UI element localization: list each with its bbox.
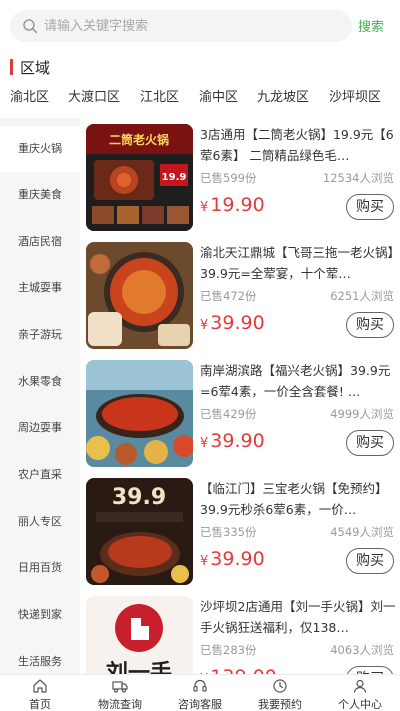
home-icon: [33, 679, 47, 693]
product-card[interactable]: 二筒老火锅 19.9 3店通用【二筒老火锅】19.9元【6荤6素】 二筒精品绿色…: [80, 118, 400, 236]
category-item[interactable]: 周边耍事: [0, 405, 80, 451]
region-list: 渝北区 大渡口区 江北区 渝中区 九龙坡区 沙坪坝区: [0, 86, 400, 108]
tab-label: 物流查询: [98, 698, 142, 711]
search-input[interactable]: [44, 10, 344, 42]
tab-label: 首页: [29, 698, 51, 711]
category-item[interactable]: 丽人专区: [0, 499, 80, 545]
image-price-badge: 39.9: [112, 485, 166, 510]
currency-symbol: ¥: [200, 318, 209, 333]
category-item[interactable]: 重庆火锅: [0, 126, 80, 172]
sold-count: 已售335份: [200, 525, 257, 539]
tab-label: 我要预约: [258, 698, 302, 711]
region-section-title: 区域: [0, 56, 200, 78]
category-sidebar: 重庆火锅 重庆美食 酒店民宿 主城耍事 亲子游玩 水果零食 周边耍事 农户直采 …: [0, 118, 80, 674]
region-title-text: 区域: [20, 59, 51, 77]
price-value: 39.90: [210, 548, 265, 570]
bottom-tab-bar: 首页 物流查询 咨询客服 我要预约 个人中心: [0, 674, 400, 711]
product-title: 渝北天江鼎城【飞哥三拖一老火锅】39.9元=全荤宴，十个荤…: [200, 245, 394, 281]
product-image: 二筒老火锅 19.9: [86, 124, 193, 231]
view-count: 4999人浏览: [330, 407, 394, 421]
product-card[interactable]: 渝北天江鼎城【飞哥三拖一老火锅】39.9元=全荤宴，十个荤… 已售472份 62…: [80, 236, 400, 354]
region-item[interactable]: 渝北区: [10, 86, 49, 105]
buy-button[interactable]: 购买: [346, 666, 394, 674]
product-price: ¥39.90: [200, 312, 265, 334]
category-item[interactable]: 农户直采: [0, 452, 80, 498]
tab-logistics[interactable]: 物流查询: [80, 675, 160, 711]
product-price: ¥139.00: [200, 666, 277, 674]
product-list: 二筒老火锅 19.9 3店通用【二筒老火锅】19.9元【6荤6素】 二筒精品绿色…: [80, 118, 400, 674]
product-image: [86, 242, 193, 349]
product-image: 刘一手: [86, 596, 193, 674]
product-title: 【临江门】三宝老火锅【免预约】39.9元秒杀6荤6素，一价…: [200, 481, 388, 517]
category-item[interactable]: 主城耍事: [0, 265, 80, 311]
sold-count: 已售283份: [200, 643, 257, 657]
search-box[interactable]: [10, 10, 352, 42]
tab-label: 咨询客服: [178, 698, 222, 711]
product-title: 沙坪坝2店通用【刘一手火锅】刘一手火锅狂送福利，仅138…: [200, 599, 396, 635]
category-item[interactable]: 日用百货: [0, 545, 80, 591]
category-item[interactable]: 酒店民宿: [0, 219, 80, 265]
region-item[interactable]: 沙坪坝区: [329, 86, 381, 105]
tab-customer-service[interactable]: 咨询客服: [160, 675, 240, 711]
search-button[interactable]: 搜索: [358, 16, 384, 35]
product-title: 南岸湖滨路【福兴老火锅】39.9元=6荤4素，一价全含套餐! …: [200, 363, 391, 399]
region-item[interactable]: 渝中区: [199, 86, 238, 105]
category-item[interactable]: 重庆美食: [0, 172, 80, 218]
view-count: 12534人浏览: [322, 171, 394, 185]
category-item[interactable]: 水果零食: [0, 359, 80, 405]
product-price: ¥39.90: [200, 430, 265, 452]
product-card[interactable]: 刘一手 沙坪坝2店通用【刘一手火锅】刘一手火锅狂送福利，仅138… 已售283份…: [80, 590, 400, 674]
clock-icon: [273, 679, 287, 693]
currency-symbol: ¥: [200, 436, 209, 451]
price-value: 139.00: [210, 666, 276, 674]
headset-icon: [193, 679, 207, 692]
price-value: 39.90: [210, 312, 265, 334]
buy-button[interactable]: 购买: [346, 548, 394, 574]
sold-count: 已售429份: [200, 407, 257, 421]
tab-profile[interactable]: 个人中心: [320, 675, 400, 711]
search-bar: 搜索: [0, 0, 400, 52]
product-price: ¥19.90: [200, 194, 265, 216]
search-icon: [23, 19, 38, 34]
category-item[interactable]: 亲子游玩: [0, 312, 80, 358]
product-price: ¥39.90: [200, 548, 265, 570]
product-image: [86, 360, 193, 467]
price-value: 39.90: [210, 430, 265, 452]
view-count: 6251人浏览: [330, 289, 394, 303]
product-card[interactable]: 南岸湖滨路【福兴老火锅】39.9元=6荤4素，一价全含套餐! … 已售429份 …: [80, 354, 400, 472]
sold-count: 已售599份: [200, 171, 257, 185]
tab-booking[interactable]: 我要预约: [240, 675, 320, 711]
truck-icon: [112, 681, 128, 693]
category-item[interactable]: 快递到家: [0, 592, 80, 638]
category-item[interactable]: 生活服务: [0, 639, 80, 674]
product-card[interactable]: 39.9 【临江门】三宝老火锅【免预约】39.9元秒杀6荤6素，一价… 已售33…: [80, 472, 400, 590]
view-count: 4063人浏览: [330, 643, 394, 657]
region-item[interactable]: 江北区: [140, 86, 179, 105]
currency-symbol: ¥: [200, 554, 209, 569]
image-brand-text: 刘一手: [106, 660, 172, 674]
product-image: 39.9: [86, 478, 193, 585]
buy-button[interactable]: 购买: [346, 194, 394, 220]
tab-home[interactable]: 首页: [0, 675, 80, 711]
user-icon: [353, 679, 367, 693]
image-price-badge: 19.9: [162, 172, 187, 183]
region-item[interactable]: 九龙坡区: [257, 86, 309, 105]
sold-count: 已售472份: [200, 289, 257, 303]
buy-button[interactable]: 购买: [346, 312, 394, 338]
currency-symbol: ¥: [200, 200, 209, 215]
tab-label: 个人中心: [338, 698, 382, 711]
buy-button[interactable]: 购买: [346, 430, 394, 456]
section-marker: [10, 59, 13, 75]
view-count: 4549人浏览: [330, 525, 394, 539]
price-value: 19.90: [210, 194, 265, 216]
image-brand-text: 二筒老火锅: [109, 132, 169, 147]
product-title: 3店通用【二筒老火锅】19.9元【6荤6素】 二筒精品绿色毛…: [200, 127, 394, 163]
region-item[interactable]: 大渡口区: [68, 86, 120, 105]
